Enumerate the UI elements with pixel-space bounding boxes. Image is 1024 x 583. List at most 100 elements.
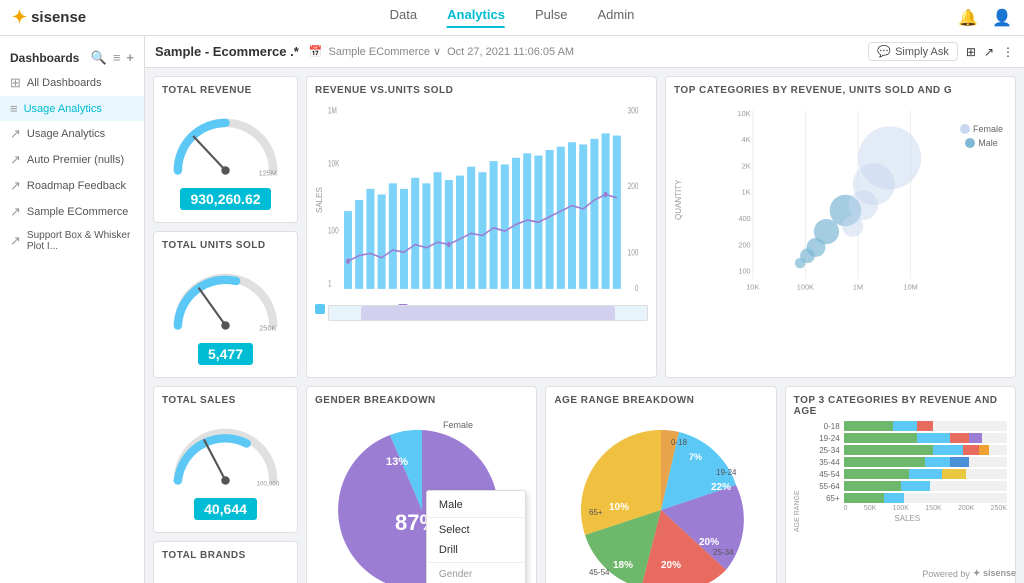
- svg-text:300: 300: [628, 105, 639, 115]
- sidebar-item-auto-premier[interactable]: ↗ Auto Premier (nulls): [0, 147, 144, 173]
- svg-text:100: 100: [628, 248, 639, 258]
- hbar-track-25-34: [844, 445, 1007, 455]
- simply-ask-button[interactable]: 💬 Simply Ask: [868, 42, 958, 61]
- dashboard-title: Sample - Ecommerce .*: [155, 44, 299, 59]
- grid-view-icon[interactable]: ⊞: [966, 45, 976, 59]
- svg-text:2K: 2K: [742, 161, 751, 170]
- svg-text:10K: 10K: [328, 159, 340, 169]
- scatter-legend: Female Male: [960, 124, 1003, 148]
- total-units-gauge: 250K 5,477: [162, 255, 289, 369]
- hbar-seg-b5: [909, 469, 942, 479]
- top-row: TOTAL REVENUE 125M: [153, 76, 1016, 378]
- hbar-seg-a2: [844, 433, 917, 443]
- hbar-seg-d2: [969, 433, 982, 443]
- sub-header-info: 📅 Sample ECommerce ∨ Oct 27, 2021 11:06:…: [309, 45, 574, 58]
- add-icon[interactable]: +: [126, 50, 134, 66]
- logo-star: ✦: [12, 7, 27, 28]
- top-categories-title: TOP CATEGORIES BY REVENUE, UNITS SOLD AN…: [674, 85, 1007, 96]
- gauge-svg-revenue: 125M: [162, 104, 289, 184]
- sidebar-item-usage-analytics-header[interactable]: ≡ Usage Analytics: [0, 96, 144, 121]
- top-nav: ✦ sisense Data Analytics Pulse Admin 🔔 👤: [0, 0, 1024, 36]
- scatter-plot: 10K 4K 2K 1K 400 200 100 10K 100K 1M: [688, 100, 1007, 300]
- hbar-label-65plus: 65+: [808, 494, 840, 503]
- hbar-seg-a: [844, 421, 893, 431]
- svg-text:200: 200: [628, 181, 639, 191]
- top3-categories-title: TOP 3 CATEGORIES BY REVENUE AND AGE: [794, 395, 1007, 417]
- sidebar-item-usage-analytics[interactable]: ↗ Usage Analytics: [0, 121, 144, 147]
- chart-navigator[interactable]: [328, 305, 648, 321]
- tab-admin[interactable]: Admin: [597, 7, 634, 28]
- chart-area: SALES 1M 10K 100 1: [315, 100, 648, 300]
- hbar-seg-a6: [844, 481, 901, 491]
- hbar-seg-a5: [844, 469, 909, 479]
- hbar-label-55-64: 55-64: [808, 482, 840, 491]
- top3-bars: 0-18 19-24: [808, 421, 1007, 583]
- more-icon[interactable]: ⋮: [1002, 45, 1014, 59]
- context-menu-separator: [427, 517, 525, 518]
- middle-row: TotAl SALES 100,000 40,644: [153, 386, 1016, 583]
- widget-total-revenue: TOTAL REVENUE 125M: [153, 76, 298, 223]
- top3-chart-area: AGE RANGE 0-18: [794, 421, 1007, 583]
- tab-pulse[interactable]: Pulse: [535, 7, 568, 28]
- hbar-row-25-34: 25-34: [808, 445, 1007, 455]
- top3-x-label: SALES: [808, 514, 1007, 523]
- hbar-label-0-18: 0-18: [808, 422, 840, 431]
- sidebar-section-title: Dashboards 🔍 ≡ +: [0, 42, 144, 70]
- sidebar-item-support-box[interactable]: ↗ Support Box & Whisker Plot I...: [0, 225, 144, 257]
- hbar-seg-a7: [844, 493, 885, 503]
- hbar-seg-b3: [933, 445, 962, 455]
- svg-text:20%: 20%: [699, 537, 719, 548]
- context-menu-separator2: [427, 562, 525, 563]
- dropdown-sample[interactable]: Sample ECommerce ∨: [329, 45, 442, 58]
- sidebar: Dashboards 🔍 ≡ + ⊞ All Dashboards ≡ Usag…: [0, 36, 145, 583]
- context-menu-item-drill[interactable]: Drill: [427, 540, 525, 560]
- gauge-svg-units: 250K: [162, 259, 289, 339]
- svg-text:1M: 1M: [328, 105, 337, 115]
- chart-svg: 1M 10K 100 1: [328, 100, 648, 300]
- svg-text:19-24: 19-24: [716, 468, 737, 477]
- svg-text:65+: 65+: [589, 508, 603, 517]
- arrow-icon4: ↗: [10, 204, 21, 220]
- user-icon[interactable]: 👤: [992, 8, 1012, 28]
- age-pie-svg: 0-18 19-24 25-34 35-44 45-54 65+ 7% 22% …: [571, 420, 751, 583]
- age-breakdown-title: AGE RANGE BREAKDOWN: [554, 395, 767, 406]
- svg-text:125M: 125M: [259, 169, 278, 178]
- context-menu-item-male[interactable]: Male: [427, 495, 525, 515]
- total-revenue-value: 930,260.62: [180, 188, 270, 210]
- search-icon[interactable]: 🔍: [91, 50, 107, 66]
- bell-icon[interactable]: 🔔: [958, 8, 978, 28]
- list-icon[interactable]: ≡: [113, 50, 121, 66]
- arrow-icon5: ↗: [10, 233, 21, 249]
- sidebar-item-all-dashboards[interactable]: ⊞ All Dashboards: [0, 70, 144, 96]
- share-icon[interactable]: ↗: [984, 45, 994, 59]
- age-pie-area: 0-18 19-24 25-34 35-44 45-54 65+ 7% 22% …: [554, 410, 767, 583]
- widget-top3-categories: TOP 3 CATEGORIES BY REVENUE AND AGE AGE …: [785, 386, 1016, 583]
- svg-text:0: 0: [635, 283, 639, 293]
- svg-text:1: 1: [328, 279, 332, 289]
- svg-text:10M: 10M: [903, 282, 917, 291]
- tab-analytics[interactable]: Analytics: [447, 7, 505, 28]
- hbar-seg-c3: [963, 445, 979, 455]
- hbar-row-0-18: 0-18: [808, 421, 1007, 431]
- hbar-row-35-44: 35-44: [808, 457, 1007, 467]
- sidebar-item-sample-ecommerce[interactable]: ↗ Sample ECommerce: [0, 199, 144, 225]
- svg-text:10K: 10K: [738, 109, 751, 118]
- gauge-svg-brands: 2,500: [162, 569, 289, 583]
- svg-text:100,000: 100,000: [256, 481, 279, 488]
- context-menu: Male Select Drill Gender Age Range Condi…: [426, 490, 526, 583]
- svg-text:250K: 250K: [259, 324, 276, 333]
- timestamp: Oct 27, 2021 11:06:05 AM: [447, 46, 574, 58]
- main-content: Sample - Ecommerce .* 📅 Sample ECommerce…: [145, 36, 1024, 583]
- left-gauges-bottom: TotAl SALES 100,000 40,644: [153, 386, 298, 583]
- sidebar-item-roadmap[interactable]: ↗ Roadmap Feedback: [0, 173, 144, 199]
- hbar-seg-b7: [884, 493, 904, 503]
- legend-male: Male: [965, 138, 998, 148]
- menu-icon: ≡: [10, 101, 18, 116]
- top3-x-axis: 050K100K150K200K250K: [844, 505, 1007, 512]
- context-menu-gender-label: Gender: [427, 565, 525, 583]
- context-menu-item-select[interactable]: Select: [427, 520, 525, 540]
- hbar-seg-b4: [925, 457, 949, 467]
- tab-data[interactable]: Data: [390, 7, 417, 28]
- hbar-seg-b2: [917, 433, 950, 443]
- hbar-track-0-18: [844, 421, 1007, 431]
